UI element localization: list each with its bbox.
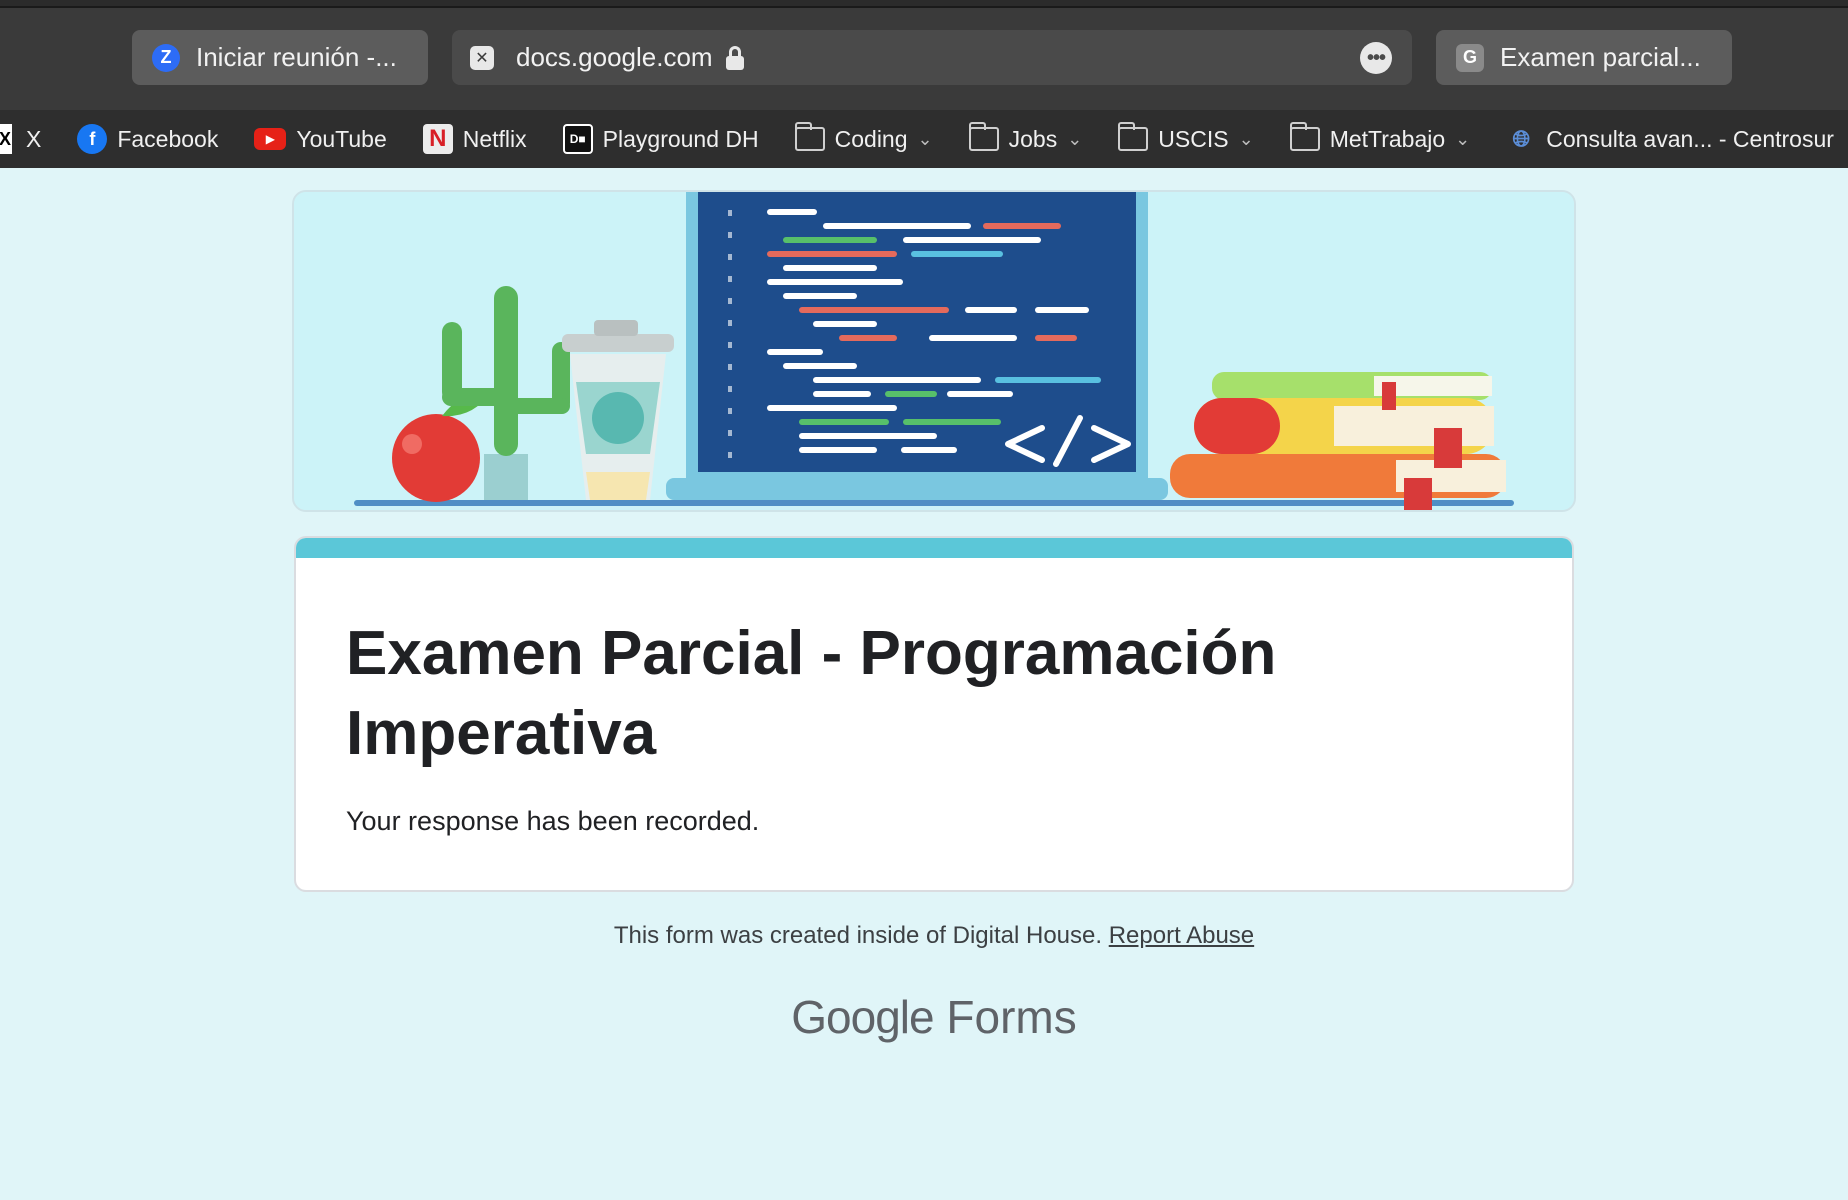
netflix-icon: N — [422, 124, 453, 154]
confirmation-message: Your response has been recorded. — [346, 806, 760, 836]
youtube-icon: ▶ — [254, 128, 287, 150]
google-wordmark: Google — [791, 991, 934, 1043]
browser-toolbar: Z Iniciar reunión -... ✕ docs.google.com… — [0, 8, 1848, 110]
lock-icon — [725, 45, 745, 70]
bookmark-label: YouTube — [296, 125, 387, 152]
bookmark-label: Playground DH — [602, 125, 759, 152]
form-footer-note: This form was created inside of Digital … — [0, 922, 1848, 950]
digital-house-icon: D■ — [562, 124, 593, 154]
tab-examen-parcial[interactable]: G Examen parcial... — [1436, 30, 1732, 85]
tab-zoom-meeting[interactable]: Z Iniciar reunión -... — [132, 30, 428, 85]
forms-wordmark: Forms — [946, 991, 1077, 1043]
bookmark-label: Netflix — [462, 125, 527, 152]
zoom-icon: Z — [152, 43, 180, 72]
bookmark-facebook[interactable]: f Facebook — [77, 124, 218, 154]
more-options-icon[interactable]: ••• — [1360, 42, 1392, 74]
bookmark-label: Jobs — [1008, 125, 1058, 152]
coding-desk-illustration — [294, 192, 1574, 510]
bookmark-folder-jobs[interactable]: Jobs ⌄ — [968, 122, 1083, 153]
chevron-down-icon: ⌄ — [1238, 128, 1254, 149]
bookmark-folder-coding[interactable]: Coding ⌄ — [794, 122, 933, 153]
card-accent-bar — [296, 538, 1572, 558]
folder-icon — [1289, 122, 1320, 151]
tab-label: Iniciar reunión -... — [196, 42, 397, 72]
confirmation-card: Examen Parcial - Programación Imperativa… — [294, 536, 1574, 892]
url-text: docs.google.com — [516, 42, 713, 72]
globe-icon: 🌐︎ — [1512, 126, 1531, 151]
folder-icon — [1118, 122, 1149, 151]
form-title: Examen Parcial - Programación Imperativa — [346, 619, 1277, 768]
bookmark-x[interactable]: X X — [0, 124, 41, 154]
google-forms-logo[interactable]: Google Forms — [0, 990, 1848, 1044]
bookmark-playground-dh[interactable]: D■ Playground DH — [562, 124, 759, 154]
folder-icon — [794, 122, 825, 151]
bookmark-label: Coding — [834, 125, 908, 152]
facebook-icon: f — [77, 124, 108, 154]
chevron-down-icon: ⌄ — [917, 128, 933, 149]
close-site-icon[interactable]: ✕ — [470, 45, 494, 70]
chevron-down-icon: ⌄ — [1455, 128, 1471, 149]
footer-note-text: This form was created inside of Digital … — [613, 922, 1103, 949]
google-forms-icon: G — [1456, 43, 1484, 72]
bookmarks-bar: X X f Facebook ▶ YouTube N Netflix D■ Pl… — [0, 110, 1848, 168]
folder-icon — [968, 122, 999, 151]
chevron-down-icon: ⌄ — [1067, 128, 1083, 149]
bookmark-label: Consulta avan... - Centrosur — [1546, 125, 1834, 152]
bookmark-label: Facebook — [117, 125, 219, 152]
bookmark-netflix[interactable]: N Netflix — [422, 124, 527, 154]
x-icon: X — [0, 124, 12, 154]
form-header-banner — [292, 190, 1576, 512]
tab-label: Examen parcial... — [1500, 42, 1701, 72]
bookmark-label: X — [26, 125, 42, 152]
bookmark-label: MetTrabajo — [1329, 125, 1446, 152]
bookmark-label: USCIS — [1158, 125, 1229, 152]
report-abuse-link[interactable]: Report Abuse — [1109, 922, 1254, 949]
bookmark-folder-mettrabajo[interactable]: MetTrabajo ⌄ — [1289, 122, 1471, 153]
window-top-strip — [0, 0, 1848, 8]
bookmark-folder-uscis[interactable]: USCIS ⌄ — [1118, 122, 1254, 153]
bookmark-consulta-centrosur[interactable]: 🌐︎ Consulta avan... - Centrosur — [1506, 124, 1834, 154]
bookmark-youtube[interactable]: ▶ YouTube — [254, 125, 387, 153]
address-bar[interactable]: ✕ docs.google.com ••• — [452, 30, 1412, 85]
